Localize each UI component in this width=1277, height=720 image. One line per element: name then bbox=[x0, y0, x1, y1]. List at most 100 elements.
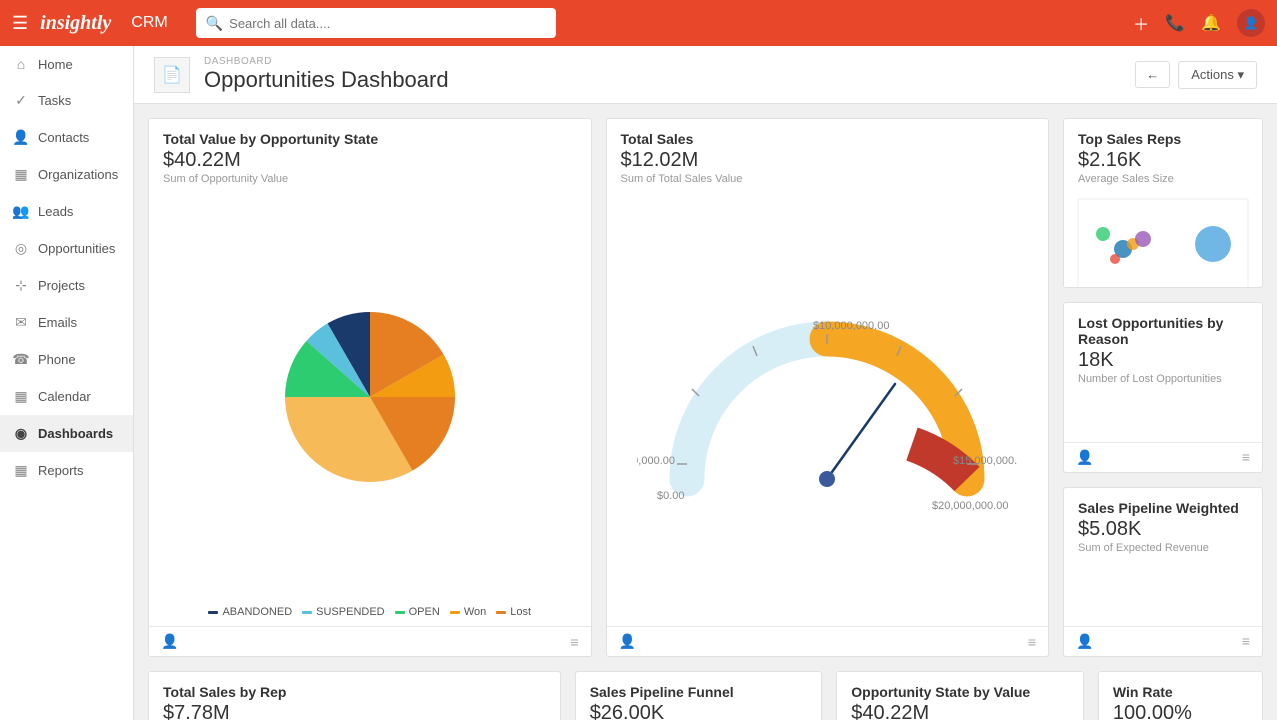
legend-open: OPEN bbox=[395, 606, 440, 618]
sidebar-item-reports[interactable]: ▦ Reports bbox=[0, 452, 133, 489]
add-icon[interactable]: ＋ bbox=[1133, 11, 1149, 35]
svg-text:$20,000,000.00: $20,000,000.00 bbox=[932, 500, 1008, 512]
bell-icon[interactable]: 🔔 bbox=[1201, 13, 1221, 33]
card-top-sales-subtitle: Average Sales Size bbox=[1078, 173, 1248, 185]
calendar-icon: ▦ bbox=[12, 388, 30, 405]
legend-abandoned: ABANDONED bbox=[208, 606, 292, 618]
legend-won: Won bbox=[450, 606, 486, 618]
sidebar-item-dashboards[interactable]: ◉ Dashboards bbox=[0, 415, 133, 452]
hamburger-icon[interactable]: ☰ bbox=[12, 13, 28, 34]
phone-nav-icon: ☎ bbox=[12, 351, 30, 368]
search-bar[interactable]: 🔍 bbox=[196, 8, 556, 38]
sidebar-item-phone[interactable]: ☎ Phone bbox=[0, 341, 133, 378]
legend-dot-abandoned bbox=[208, 611, 218, 614]
opportunities-icon: ◎ bbox=[12, 240, 30, 257]
footer-list-icon2: ≡ bbox=[1028, 634, 1036, 650]
card-total-sales: Total Sales $12.02M Sum of Total Sales V… bbox=[606, 118, 1050, 657]
legend-suspended: SUSPENDED bbox=[302, 606, 384, 618]
emails-icon: ✉ bbox=[12, 314, 30, 331]
card-total-sales-rep: Total Sales by Rep $7.78M Sum of Opportu… bbox=[148, 671, 561, 720]
dashboards-icon: ◉ bbox=[12, 425, 30, 442]
sidebar-label-contacts: Contacts bbox=[38, 130, 89, 145]
card-total-value-value: $40.22M bbox=[163, 149, 577, 172]
sidebar-item-opportunities[interactable]: ◎ Opportunities bbox=[0, 230, 133, 267]
crm-label: CRM bbox=[131, 14, 167, 32]
card-total-sales-subtitle: Sum of Total Sales Value bbox=[621, 173, 1035, 185]
card-top-sales-title: Top Sales Reps bbox=[1078, 131, 1248, 147]
card-top-sales-value: $2.16K bbox=[1078, 149, 1248, 172]
sidebar-item-home[interactable]: ⌂ Home bbox=[0, 46, 133, 82]
sidebar-label-tasks: Tasks bbox=[38, 93, 71, 108]
back-button[interactable]: ← bbox=[1135, 61, 1170, 88]
phone-icon[interactable]: 📞 bbox=[1165, 13, 1185, 33]
svg-text:$0.00: $0.00 bbox=[657, 490, 685, 502]
avatar[interactable]: 👤 bbox=[1237, 9, 1265, 37]
sidebar-item-emails[interactable]: ✉ Emails bbox=[0, 304, 133, 341]
footer-person-icon4: 👤 bbox=[1076, 449, 1093, 466]
card-opp-state-title: Opportunity State by Value bbox=[851, 684, 1069, 700]
card-lost-opps-title: Lost Opportunities by Reason bbox=[1078, 315, 1248, 347]
legend-lost: Lost bbox=[496, 606, 531, 618]
content-area: 📄 DASHBOARD Opportunities Dashboard ← Ac… bbox=[134, 46, 1277, 720]
gauge-chart: $10,000,000.00 $15,000,000.00 $0.00 $20,… bbox=[637, 289, 1017, 529]
sidebar-item-tasks[interactable]: ✓ Tasks bbox=[0, 82, 133, 119]
search-input[interactable] bbox=[229, 16, 546, 31]
card-sales-funnel: Sales Pipeline Funnel $26.00K Sum of Opp… bbox=[575, 671, 823, 720]
card-sales-funnel-title: Sales Pipeline Funnel bbox=[590, 684, 808, 700]
legend-dot-suspended bbox=[302, 611, 312, 614]
sidebar-label-reports: Reports bbox=[38, 463, 84, 478]
footer-list-icon5: ≡ bbox=[1242, 633, 1250, 649]
actions-button[interactable]: Actions ▾ bbox=[1178, 61, 1257, 89]
card-lost-opps-header: Lost Opportunities by Reason 18K Number … bbox=[1064, 303, 1262, 391]
breadcrumb: DASHBOARD bbox=[204, 56, 1121, 67]
organizations-icon: ▦ bbox=[12, 166, 30, 183]
footer-list-icon4: ≡ bbox=[1242, 449, 1250, 465]
sidebar-label-leads: Leads bbox=[38, 204, 73, 219]
card-total-value-footer: 👤 ≡ bbox=[149, 626, 591, 656]
contacts-icon: 👤 bbox=[12, 129, 30, 146]
card-top-sales-body bbox=[1064, 191, 1262, 288]
footer-person-icon: 👤 bbox=[161, 633, 178, 650]
sidebar-item-projects[interactable]: ⊹ Projects bbox=[0, 267, 133, 304]
sidebar-label-organizations: Organizations bbox=[38, 167, 118, 182]
reports-icon: ▦ bbox=[12, 462, 30, 479]
sidebar-item-contacts[interactable]: 👤 Contacts bbox=[0, 119, 133, 156]
sidebar-item-calendar[interactable]: ▦ Calendar bbox=[0, 378, 133, 415]
card-top-sales-header: Top Sales Reps $2.16K Average Sales Size bbox=[1064, 119, 1262, 191]
card-sales-pipeline-footer: 👤 ≡ bbox=[1064, 626, 1262, 656]
card-lost-opps-body bbox=[1064, 391, 1262, 441]
leads-icon: 👥 bbox=[12, 203, 30, 220]
card-total-sales-footer: 👤 ≡ bbox=[607, 626, 1049, 656]
card-sales-pipeline-title: Sales Pipeline Weighted bbox=[1078, 500, 1248, 516]
card-win-rate-header: Win Rate 100.00% Average of Win Rate bbox=[1099, 672, 1262, 720]
card-sales-pipeline-header: Sales Pipeline Weighted $5.08K Sum of Ex… bbox=[1064, 488, 1262, 560]
right-column: Top Sales Reps $2.16K Average Sales Size bbox=[1063, 118, 1263, 657]
legend-label-won: Won bbox=[464, 606, 486, 618]
card-sales-pipeline-subtitle: Sum of Expected Revenue bbox=[1078, 542, 1248, 554]
topnav-right: ＋ 📞 🔔 👤 bbox=[1133, 9, 1265, 37]
footer-list-icon: ≡ bbox=[570, 634, 578, 650]
pie-legend: ABANDONED SUSPENDED OPEN Won bbox=[149, 602, 591, 626]
sidebar-label-projects: Projects bbox=[38, 278, 85, 293]
card-total-sales-rep-title: Total Sales by Rep bbox=[163, 684, 546, 700]
top-nav: ☰ insightly CRM 🔍 ＋ 📞 🔔 👤 bbox=[0, 0, 1277, 46]
card-total-value-body bbox=[149, 191, 591, 602]
card-lost-opps: Lost Opportunities by Reason 18K Number … bbox=[1063, 302, 1263, 472]
card-sales-pipeline-body bbox=[1064, 560, 1262, 626]
sidebar-item-organizations[interactable]: ▦ Organizations bbox=[0, 156, 133, 193]
legend-dot-open bbox=[395, 611, 405, 614]
card-total-sales-body: $10,000,000.00 $15,000,000.00 $0.00 $20,… bbox=[607, 191, 1049, 626]
svg-text:$10,000,000.00: $10,000,000.00 bbox=[813, 320, 889, 332]
logo: insightly bbox=[40, 12, 111, 35]
sidebar-label-emails: Emails bbox=[38, 315, 77, 330]
sidebar-item-leads[interactable]: 👥 Leads bbox=[0, 193, 133, 230]
card-opp-state-header: Opportunity State by Value $40.22M Sum o… bbox=[837, 672, 1083, 720]
sidebar-label-phone: Phone bbox=[38, 352, 76, 367]
card-top-sales: Top Sales Reps $2.16K Average Sales Size bbox=[1063, 118, 1263, 288]
card-opp-state: Opportunity State by Value $40.22M Sum o… bbox=[836, 671, 1084, 720]
dashboard-area: Total Value by Opportunity State $40.22M… bbox=[134, 104, 1277, 720]
legend-label-open: OPEN bbox=[409, 606, 440, 618]
page-header: 📄 DASHBOARD Opportunities Dashboard ← Ac… bbox=[134, 46, 1277, 104]
sidebar-label-home: Home bbox=[38, 57, 73, 72]
card-total-sales-header: Total Sales $12.02M Sum of Total Sales V… bbox=[607, 119, 1049, 191]
